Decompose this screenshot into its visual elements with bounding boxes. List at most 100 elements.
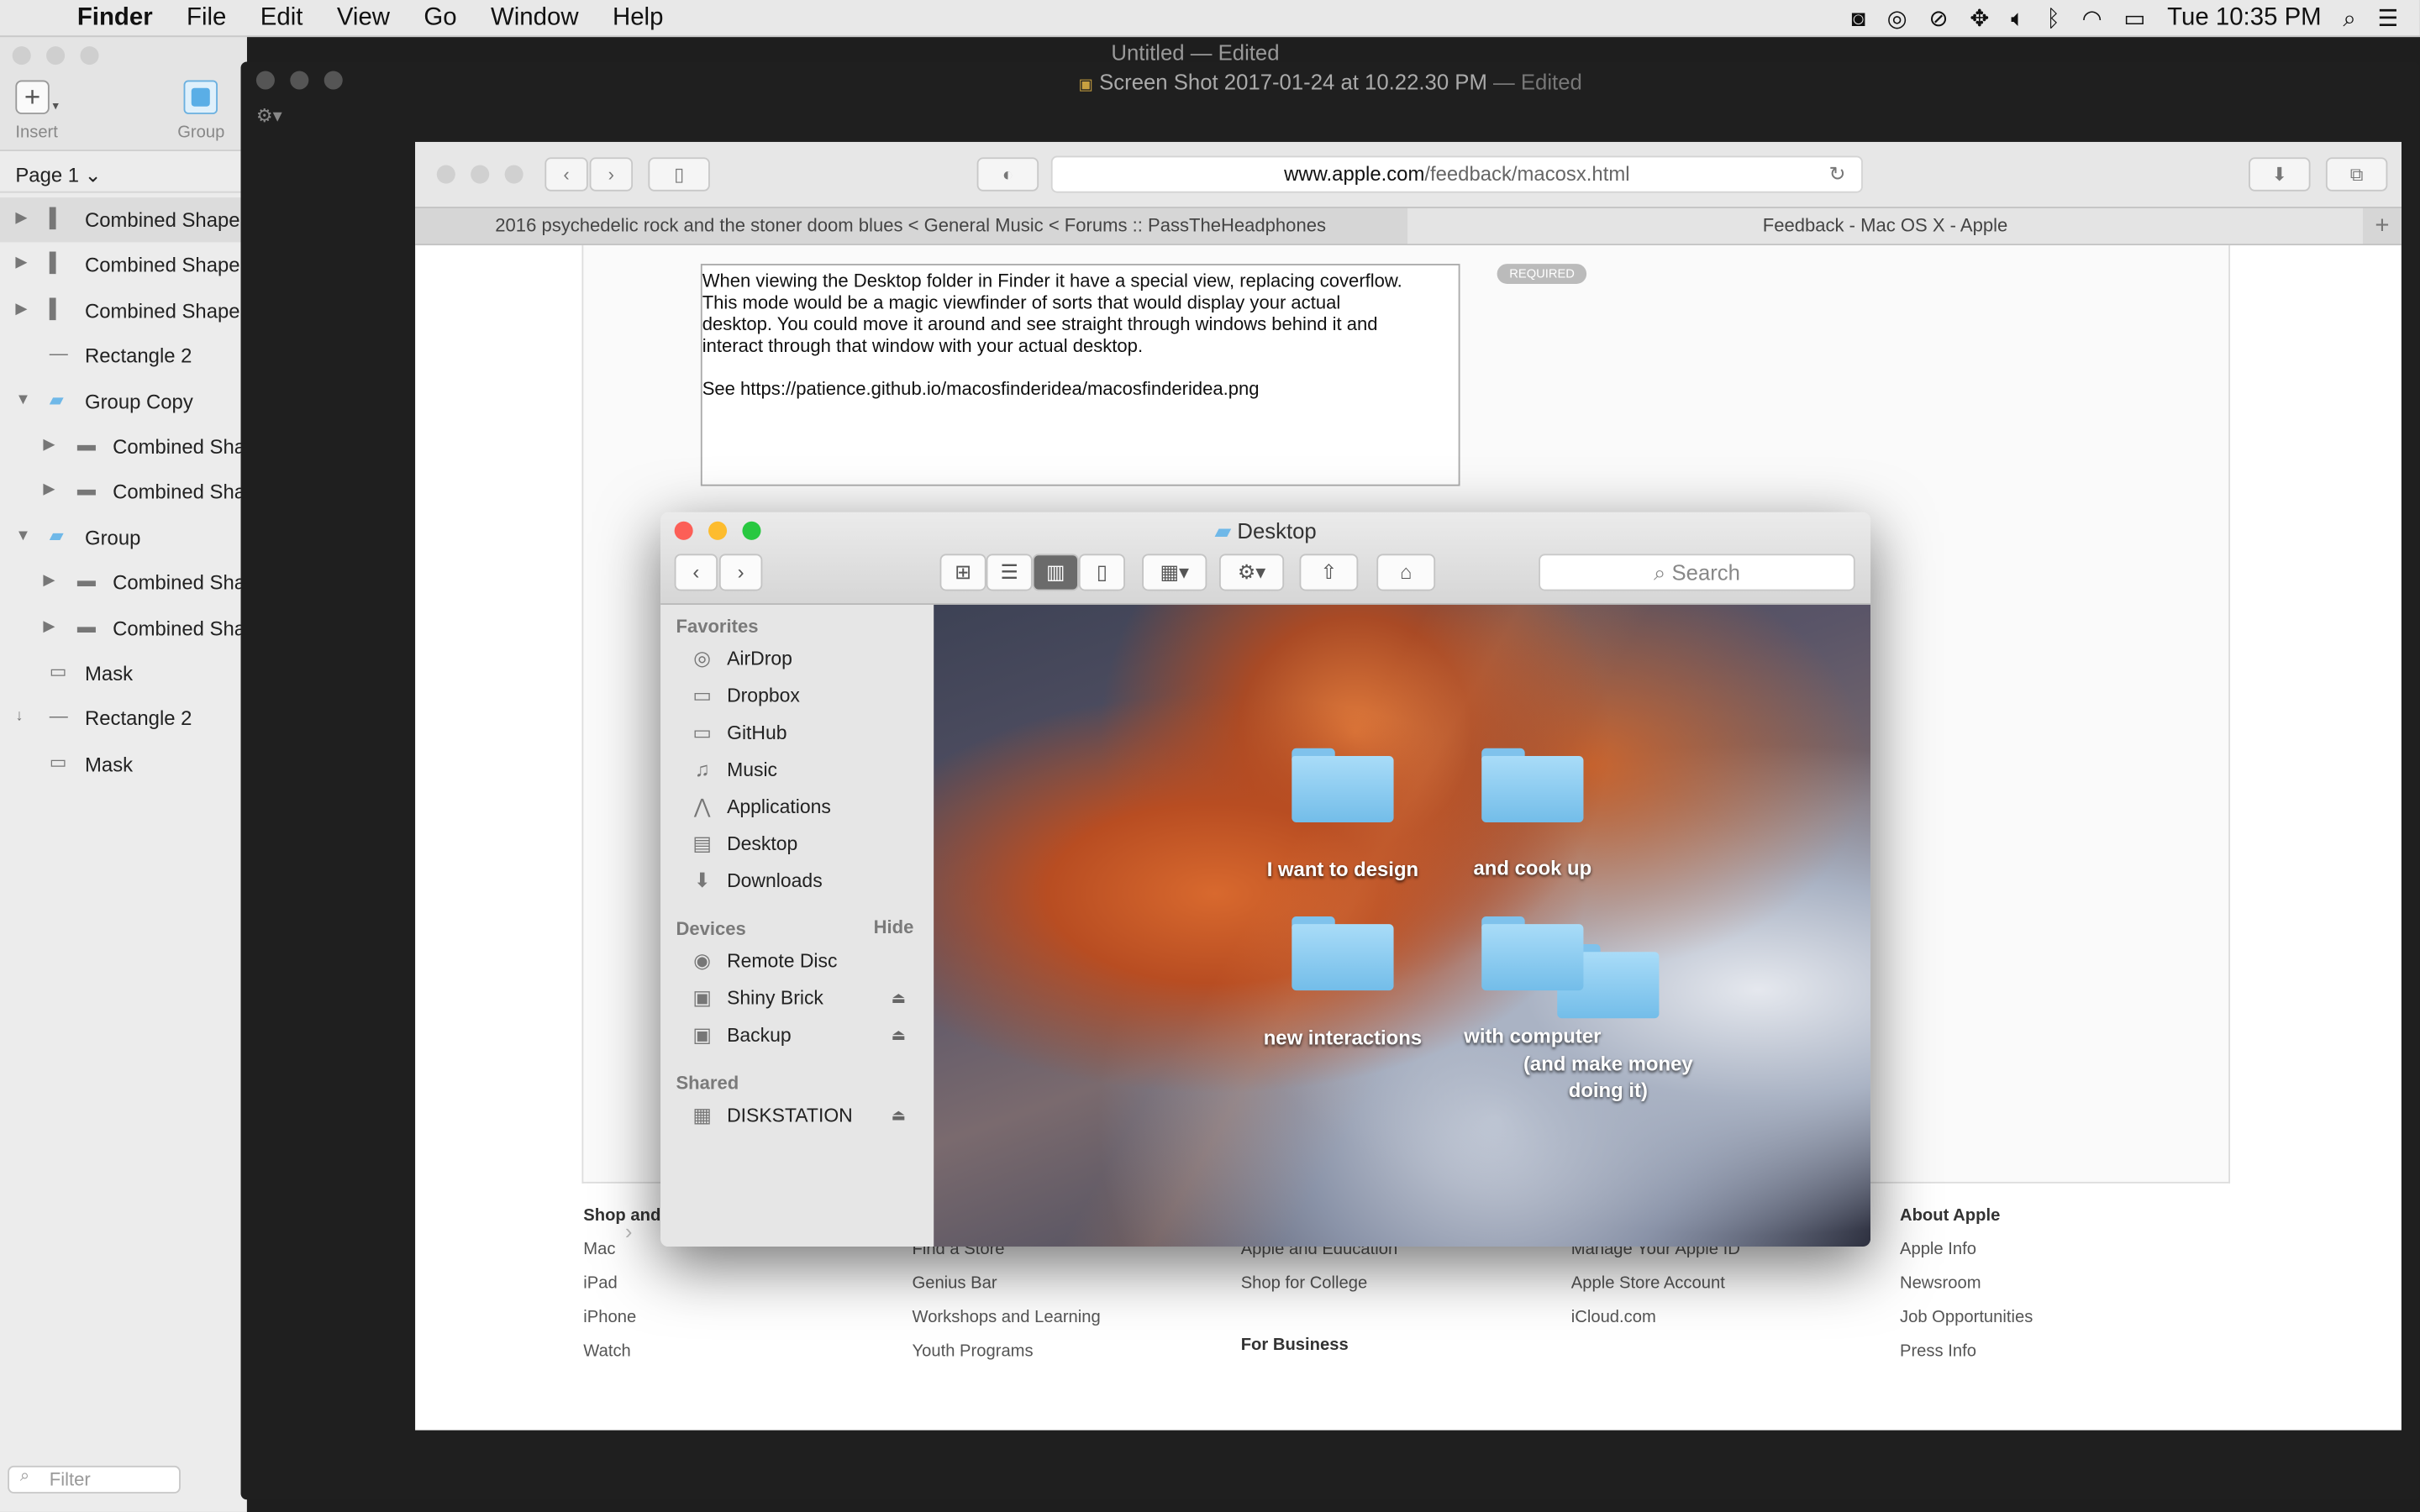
disclosure-icon[interactable]: ▶ <box>43 573 55 590</box>
dropbox-icon[interactable]: ✥ <box>1970 5 1989 32</box>
forward-icon[interactable]: › <box>589 157 634 192</box>
sidebar-item[interactable]: ♫ Music <box>688 753 928 786</box>
insert-dropdown-icon[interactable]: ▾ <box>52 99 58 113</box>
zoom-button[interactable] <box>80 46 99 66</box>
zoom-button[interactable] <box>504 165 523 184</box>
status-circle-icon[interactable]: ⊘ <box>1928 5 1948 32</box>
feedback-textarea[interactable]: When viewing the Desktop folder in Finde… <box>700 264 1460 486</box>
sidebar-item[interactable]: ⋀ Applications <box>688 790 928 823</box>
close-button[interactable] <box>12 46 31 66</box>
sidebar-icon[interactable]: ▯ <box>648 157 710 192</box>
footer-link[interactable]: Watch <box>583 1342 631 1361</box>
search-input[interactable]: ⌕ Search <box>1539 554 1855 591</box>
layer-row[interactable]: ▶ ▌ Combined Shape <box>0 288 247 333</box>
insert-icon[interactable]: + <box>15 80 50 114</box>
sidebar-item[interactable]: ⬇ Downloads <box>688 864 928 898</box>
layer-row[interactable]: ▭ Mask <box>0 742 247 786</box>
tabs-overview-icon[interactable]: ⧉ <box>2325 157 2388 192</box>
footer-link[interactable]: Apple Store Account <box>1571 1274 1725 1293</box>
folder-icon[interactable] <box>1292 916 1394 991</box>
layer-row[interactable]: — Rectangle 2 <box>0 333 247 378</box>
notification-center-icon[interactable]: ☰ <box>2378 5 2399 32</box>
layer-row[interactable]: ▶ ▌ Combined Shape. <box>0 243 247 287</box>
sidebar-item[interactable]: ▭ Dropbox <box>688 679 928 712</box>
layer-row[interactable]: ↓ — Rectangle 2 <box>0 696 247 741</box>
disclosure-icon[interactable]: ▶ <box>43 482 55 499</box>
disclosure-icon[interactable]: ▶ <box>15 210 27 227</box>
reload-icon[interactable]: ↻ <box>1828 162 1845 186</box>
folder-label-extra[interactable]: doing it) <box>1492 1079 1724 1102</box>
disclosure-icon[interactable]: ▶ <box>43 618 55 635</box>
group-icon[interactable] <box>183 80 218 114</box>
sidebar-item[interactable]: ▭ GitHub <box>688 716 928 749</box>
sync-icon[interactable]: ◎ <box>1887 5 1907 32</box>
footer-link[interactable]: Youth Programs <box>912 1342 1033 1361</box>
action-gear-icon[interactable]: ⚙▾ <box>1218 554 1285 591</box>
menu-help[interactable]: Help <box>613 4 663 32</box>
filter-input[interactable]: Filter <box>8 1465 181 1494</box>
volume-icon[interactable]: 🔈︎ <box>2011 5 2025 31</box>
footer-link[interactable]: Job Opportunities <box>1900 1309 2033 1327</box>
status-icon[interactable]: ◙ <box>1851 5 1865 31</box>
tab-feedback[interactable]: Feedback - Mac OS X - Apple <box>1407 207 2363 244</box>
app-menu[interactable]: Finder <box>77 4 153 32</box>
menu-view[interactable]: View <box>337 4 390 32</box>
layer-row[interactable]: ▶ ▌ Combined Shape <box>0 197 247 243</box>
layer-row[interactable]: ▶ ▬ Combined Sha <box>0 424 247 469</box>
eject-icon[interactable]: ⏏ <box>892 1026 906 1043</box>
layer-row[interactable]: ▶ ▬ Combined Sha <box>0 560 247 605</box>
menu-window[interactable]: Window <box>491 4 579 32</box>
page-selector[interactable]: Page 1 ⌄ <box>15 164 101 188</box>
folder-label[interactable]: with computer <box>1417 1025 1649 1048</box>
disclosure-icon[interactable]: ▼ <box>15 528 30 544</box>
back-icon[interactable]: ‹ <box>674 554 718 591</box>
share-icon[interactable]: ⇧ <box>1299 554 1359 591</box>
forward-icon[interactable]: › <box>718 554 763 591</box>
spotlight-icon[interactable]: ⌕ <box>2343 5 2355 31</box>
layer-row[interactable]: ▶ ▬ Combined Sha <box>0 606 247 650</box>
close-button[interactable] <box>436 165 455 184</box>
disclosure-icon[interactable]: ▶ <box>15 255 27 272</box>
folder-icon[interactable] <box>1481 748 1584 822</box>
footer-link[interactable]: Mac <box>583 1241 615 1259</box>
sidebar-item[interactable]: ▦ DISKSTATION ⏏ <box>688 1099 928 1132</box>
folder-label[interactable]: and cook up <box>1417 856 1649 879</box>
footer-link[interactable]: Workshops and Learning <box>912 1309 1100 1327</box>
tab-forum[interactable]: 2016 psychedelic rock and the stoner doo… <box>415 208 1406 244</box>
battery-icon[interactable]: ▭ <box>2123 5 2145 32</box>
menu-go[interactable]: Go <box>424 4 456 32</box>
clock[interactable]: Tue 10:35 PM <box>2167 5 2321 33</box>
eject-icon[interactable]: ⏏ <box>892 1107 906 1124</box>
sidebar-item[interactable]: ◉ Remote Disc <box>688 944 928 978</box>
layer-row[interactable]: ▶ ▬ Combined Sha <box>0 470 247 514</box>
footer-link[interactable]: Apple Info <box>1900 1241 1976 1259</box>
disclosure-icon[interactable]: ▼ <box>15 391 30 408</box>
footer-link[interactable]: Newsroom <box>1900 1274 1981 1293</box>
address-bar[interactable]: www.apple.com/feedback/macosx.html <box>1050 155 1863 193</box>
footer-link[interactable]: iPad <box>583 1274 617 1293</box>
bluetooth-icon[interactable]: ᛒ <box>2046 5 2060 31</box>
layer-row[interactable]: ▼ ▰ Group <box>0 515 247 559</box>
eject-icon[interactable]: ⏏ <box>892 990 906 1006</box>
downloads-icon[interactable]: ⬇ <box>2249 157 2311 192</box>
disclosure-icon[interactable]: ↓ <box>15 709 23 726</box>
hide-button[interactable]: Hide <box>874 916 914 938</box>
sidebar-item[interactable]: ◎ AirDrop <box>688 642 928 675</box>
arrange-icon[interactable]: ▦▾ <box>1142 554 1207 591</box>
column-view-icon[interactable]: ▥ <box>1032 554 1079 591</box>
coverflow-view-icon[interactable]: ▯ <box>1078 554 1125 591</box>
toggle-icon[interactable]: ◐ <box>976 157 1039 192</box>
wifi-icon[interactable]: ◠ <box>2082 5 2102 32</box>
tag-icon[interactable]: ⌂ <box>1376 554 1436 591</box>
sidebar-item[interactable]: ▤ Desktop <box>688 827 928 860</box>
sidebar-item[interactable]: ▣ Backup ⏏ <box>688 1018 928 1052</box>
menu-edit[interactable]: Edit <box>260 4 303 32</box>
folder-label-extra[interactable]: (and make money <box>1492 1053 1724 1076</box>
footer-link[interactable]: Shop for College <box>1241 1274 1368 1293</box>
minimize-button[interactable] <box>471 165 490 184</box>
footer-link[interactable]: Press Info <box>1900 1342 1976 1361</box>
gear-icon[interactable]: ⚙▾ <box>256 105 282 127</box>
minimize-button[interactable] <box>46 46 66 66</box>
list-view-icon[interactable]: ☰ <box>986 554 1033 591</box>
disclosure-icon[interactable]: ▶ <box>43 437 55 454</box>
